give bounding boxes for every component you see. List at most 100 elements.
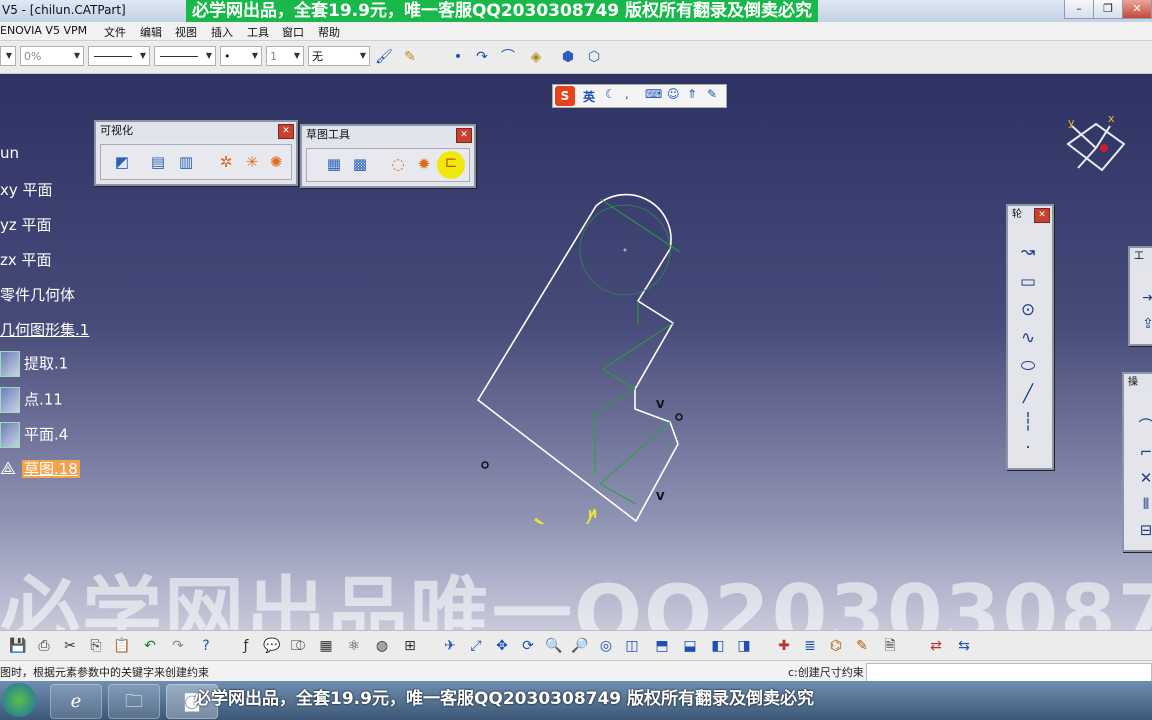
workbench-icon[interactable]: ⇆ <box>954 636 974 656</box>
point-icon[interactable]: · <box>1016 436 1040 460</box>
analysis-icon[interactable]: ⚛ <box>344 636 364 656</box>
axis-icon[interactable]: ┆ <box>1016 410 1040 434</box>
fit-all-icon[interactable]: ⤢ <box>466 636 486 656</box>
color-combo[interactable]: ▼ <box>0 46 16 66</box>
measure-icon[interactable]: ◍ <box>372 636 392 656</box>
geometric-constraints-icon[interactable]: ✹ <box>413 153 435 175</box>
minimize-button[interactable]: – <box>1064 0 1094 19</box>
menu-view[interactable]: 视图 <box>175 24 197 40</box>
spline-icon[interactable]: ∿ <box>1016 326 1040 350</box>
comment-icon[interactable]: 💬 <box>262 636 282 656</box>
ellipse-icon[interactable]: ⬭ <box>1016 354 1040 378</box>
line-icon[interactable]: ╱ <box>1016 382 1040 406</box>
ime-toolbar[interactable]: S 英 ☾ , ⌨ ☺ ⇑ ✎ <box>552 84 727 108</box>
tool-icon[interactable]: ⇥ <box>1136 286 1152 310</box>
pan-icon[interactable]: ✥ <box>492 636 512 656</box>
menu-tools[interactable]: 工具 <box>247 24 269 40</box>
exit-workbench-icon[interactable]: ⇄ <box>926 636 946 656</box>
dimensional-constraints-icon[interactable]: ⊏ <box>437 151 465 179</box>
swap-space-icon[interactable]: ◨ <box>734 636 754 656</box>
table-icon[interactable]: ▦ <box>316 636 336 656</box>
command-input[interactable] <box>866 663 1152 682</box>
moon-icon[interactable]: ☾ <box>605 87 616 101</box>
restore-button[interactable]: ❐ <box>1093 0 1123 19</box>
zoom-out-icon[interactable]: 🔎 <box>570 636 590 656</box>
close-button[interactable]: ✕ <box>1122 0 1152 19</box>
tree-item-yz-plane[interactable]: yz 平面 <box>0 214 52 235</box>
curve-icon[interactable]: ⌒ <box>498 47 518 67</box>
show-all-icon[interactable]: ✲ <box>215 151 237 173</box>
tree-item-plane[interactable]: 平面.4 <box>0 422 68 448</box>
properties-icon[interactable]: ✎ <box>400 47 420 67</box>
formula-icon[interactable]: ƒ <box>236 636 256 656</box>
sketch-geometry[interactable]: V V V H <box>460 184 700 524</box>
print-icon[interactable]: ⎙ <box>34 636 54 656</box>
tree-item-geometric-set[interactable]: 几何图形集.1 <box>0 319 89 340</box>
paste-icon[interactable]: 📋 <box>112 636 132 656</box>
tree-item-root[interactable]: un <box>0 144 19 162</box>
hide-icon[interactable]: ✳ <box>241 151 263 173</box>
ime-mode-label[interactable]: 英 <box>583 88 595 105</box>
explorer-icon[interactable]: 🗀 <box>108 684 160 719</box>
project-icon[interactable]: ⊟ <box>1134 518 1152 542</box>
surface-icon[interactable]: ◈ <box>526 47 546 67</box>
thickness-combo[interactable]: 1 ▼ <box>266 46 304 66</box>
whats-this-icon[interactable]: ? <box>196 636 216 656</box>
spline-icon[interactable]: ↷ <box>472 47 492 67</box>
iso-view-icon[interactable]: ◫ <box>622 636 642 656</box>
circle-icon[interactable]: ⊙ <box>1016 298 1040 322</box>
grid-icon[interactable]: ▦ <box>323 153 345 175</box>
shirt-icon[interactable]: ⇑ <box>687 87 697 101</box>
panel-close-button[interactable]: ✕ <box>278 124 294 139</box>
copy-icon[interactable]: ⎘ <box>86 636 106 656</box>
start-button[interactable] <box>2 683 36 717</box>
keyboard-icon[interactable]: ⌨ <box>645 87 662 101</box>
transparency-combo[interactable]: 0% ▼ <box>20 46 84 66</box>
menu-insert[interactable]: 插入 <box>211 24 233 40</box>
fly-icon[interactable]: ✈ <box>440 636 460 656</box>
undo-icon[interactable]: ↶ <box>140 636 160 656</box>
menu-enovia[interactable]: ENOVIA V5 VPM <box>0 24 87 37</box>
menu-edit[interactable]: 编辑 <box>140 24 162 40</box>
tree-item-extract[interactable]: 提取.1 <box>0 351 68 377</box>
construction-icon[interactable]: ◌ <box>387 153 409 175</box>
redo-icon[interactable]: ↷ <box>168 636 188 656</box>
lineweight-combo[interactable]: ▼ <box>154 46 216 66</box>
layer-icon[interactable]: ≣ <box>800 636 820 656</box>
profile-icon[interactable]: ↝ <box>1016 240 1040 264</box>
constraint-icon[interactable]: ✚ <box>774 636 794 656</box>
tree-item-xy-plane[interactable]: xy 平面 <box>0 179 53 200</box>
display-mode-icon[interactable]: ▥ <box>175 151 197 173</box>
tree-item-point[interactable]: 点.11 <box>0 387 63 413</box>
fit-icon[interactable]: ✺ <box>265 151 287 173</box>
user-icon[interactable]: ☺ <box>667 87 680 101</box>
page-icon[interactable]: 🗎 <box>880 636 900 656</box>
linetype-combo[interactable]: ▼ <box>88 46 150 66</box>
cut-icon[interactable]: ✂ <box>60 636 80 656</box>
punctuation-icon[interactable]: , <box>625 87 629 101</box>
save-icon[interactable]: 💾 <box>8 636 28 656</box>
position-sketch-icon[interactable]: ⬡ <box>584 47 604 67</box>
snap-to-point-icon[interactable]: ▩ <box>349 153 371 175</box>
rotate-icon[interactable]: ⟳ <box>518 636 538 656</box>
menu-window[interactable]: 窗口 <box>282 24 304 40</box>
menu-help[interactable]: 帮助 <box>318 24 340 40</box>
zoom-in-icon[interactable]: 🔍 <box>544 636 564 656</box>
shading-icon[interactable]: ⬓ <box>680 636 700 656</box>
panel-close-button[interactable]: ✕ <box>456 128 472 143</box>
point-icon[interactable]: • <box>448 47 468 67</box>
corner-icon[interactable]: ⌒ <box>1134 414 1152 438</box>
rectangle-icon[interactable]: ▭ <box>1016 270 1040 294</box>
sketch-icon[interactable]: ⬢ <box>558 47 578 67</box>
compass[interactable]: y x <box>1060 114 1130 178</box>
format-painter-icon[interactable]: 🖌 <box>374 47 394 67</box>
ie-icon[interactable]: ℯ <box>50 684 102 719</box>
cut-by-plane-icon[interactable]: ◩ <box>111 151 133 173</box>
panel-close-button[interactable]: ✕ <box>1034 208 1050 223</box>
point-combo[interactable]: • ▼ <box>220 46 262 66</box>
normal-view-icon[interactable]: ◎ <box>596 636 616 656</box>
tree-item-sketch[interactable]: ⟁ 草图.18 <box>0 457 80 481</box>
knowledge-icon[interactable]: ⎄ <box>288 636 308 656</box>
view-mode-icon[interactable]: ⬒ <box>652 636 672 656</box>
tool-icon[interactable]: ⇪ <box>1136 312 1152 336</box>
